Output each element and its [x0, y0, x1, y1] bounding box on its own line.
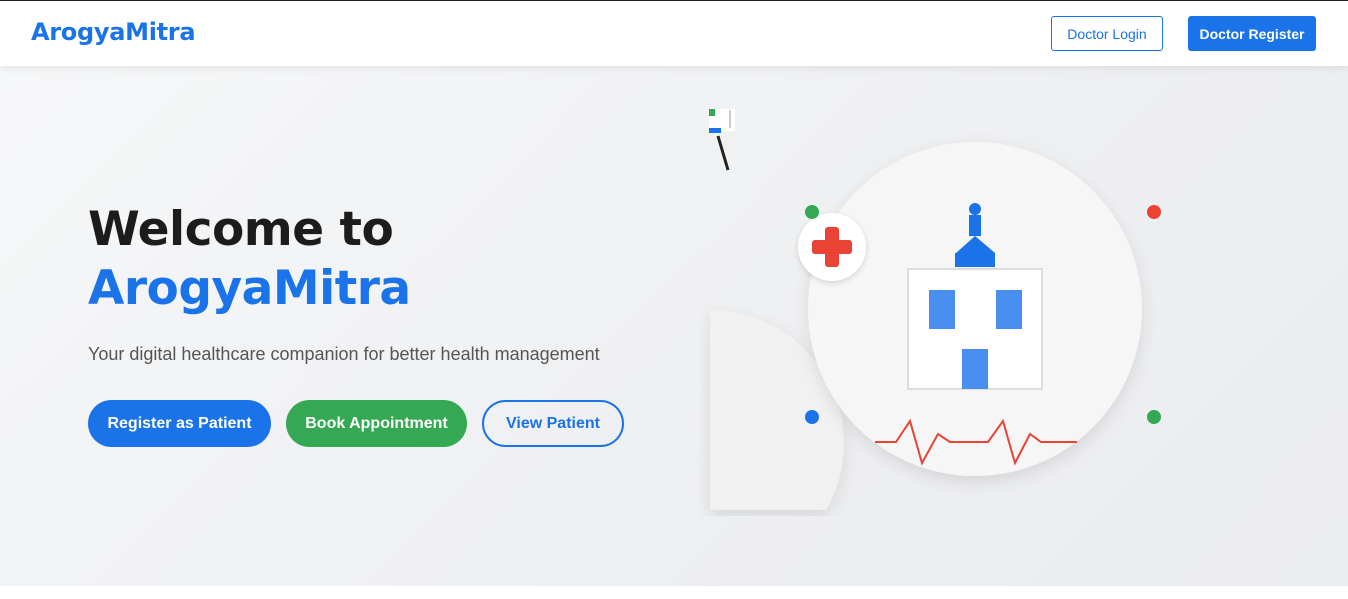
doctor-login-button[interactable]: Doctor Login	[1051, 16, 1163, 51]
register-patient-button[interactable]: Register as Patient	[88, 400, 271, 447]
brand-logo[interactable]: ArogyaMitra	[31, 18, 196, 46]
hero-illustration	[709, 109, 1161, 510]
hero-title-brand: ArogyaMitra	[88, 261, 411, 316]
green-dot	[1147, 410, 1161, 424]
hero-section: Welcome to ArogyaMitra Your digital heal…	[0, 66, 1348, 586]
doctor-figure-icon	[709, 109, 735, 171]
page-bottom-strip	[0, 586, 1348, 599]
red-dot	[1147, 205, 1161, 219]
blue-dot	[805, 410, 819, 424]
navbar: ArogyaMitra Doctor Login Doctor Register	[0, 1, 1348, 66]
book-appointment-button[interactable]: Book Appointment	[286, 400, 467, 447]
green-dot	[805, 205, 819, 219]
medical-cross-icon	[798, 213, 866, 281]
hero-title-line1: Welcome to	[88, 202, 394, 257]
doctor-register-button[interactable]: Doctor Register	[1188, 16, 1316, 51]
view-patient-button[interactable]: View Patient	[482, 400, 624, 447]
hero-tagline: Your digital healthcare companion for be…	[88, 344, 600, 364]
